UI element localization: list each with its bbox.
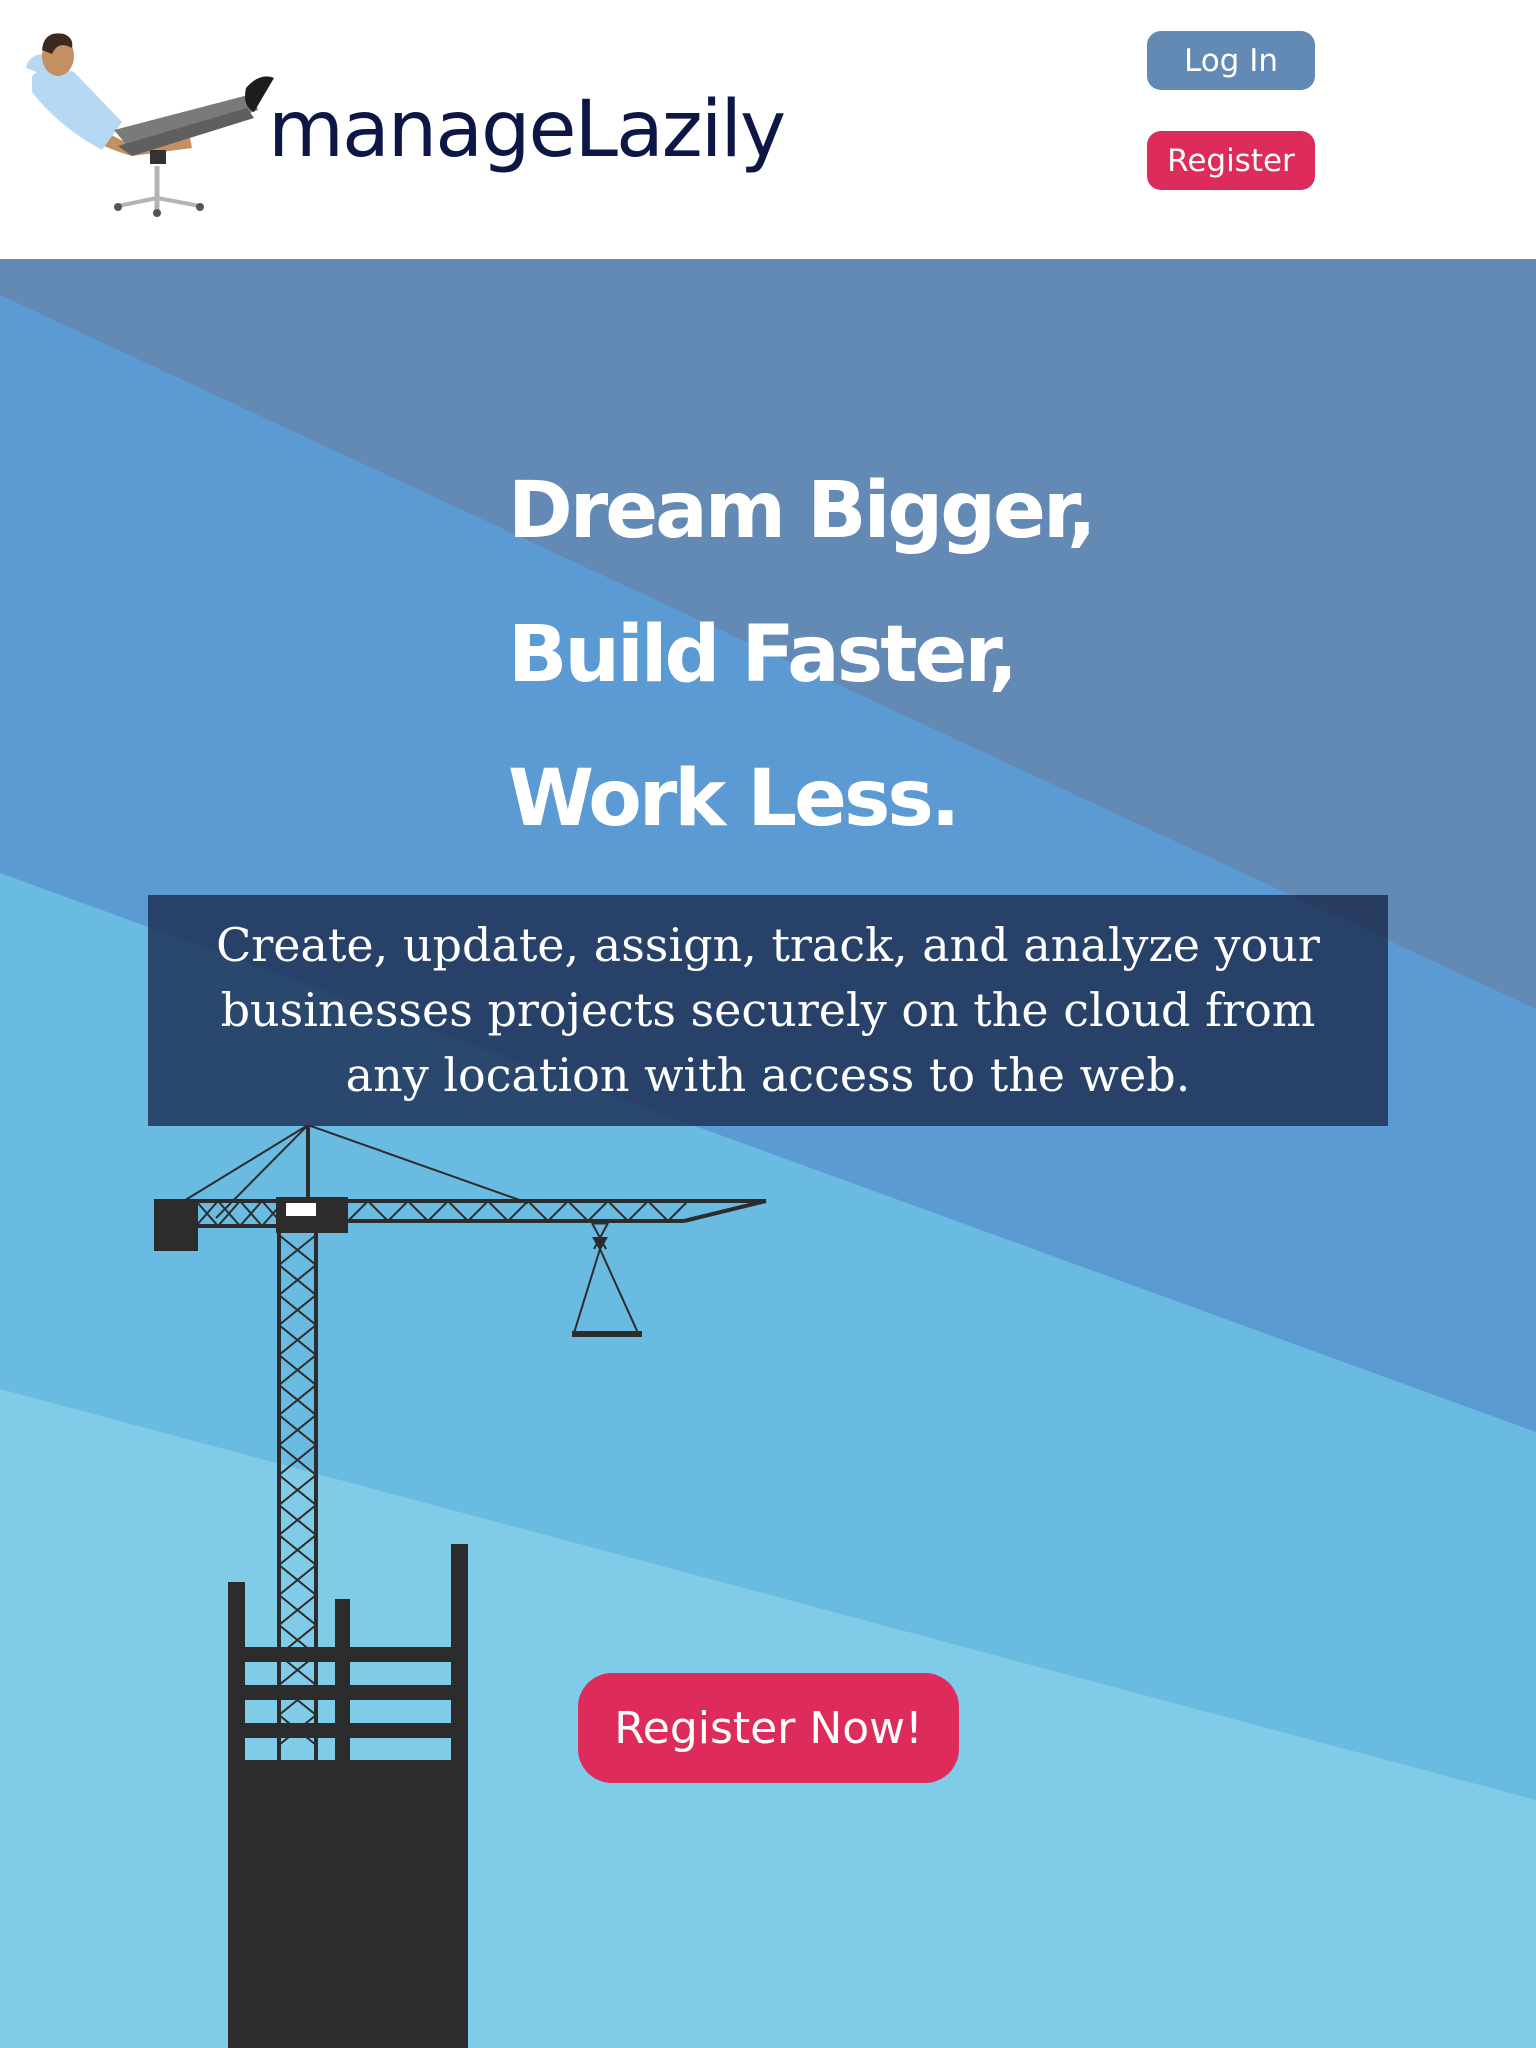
hero-headline: Dream Bigger, Build Faster, Work Less. [508,439,1097,871]
register-now-button[interactable]: Register Now! [578,1673,959,1783]
register-button[interactable]: Register [1147,131,1315,190]
construction-crane-illustration [154,1125,767,2048]
site-header: manageLazily Log In Register [0,0,1536,259]
brand-logo-text[interactable]: manageLazily [268,74,786,186]
login-button[interactable]: Log In [1147,31,1315,90]
hero-tagline: Create, update, assign, track, and analy… [216,918,1320,1102]
headline-line-1: Dream Bigger, [508,466,1097,556]
headline-line-3: Work Less. [508,754,960,844]
hero-section: Dream Bigger, Build Faster, Work Less. C… [0,259,1536,2048]
tagline-panel: Create, update, assign, track, and analy… [148,895,1388,1126]
headline-line-2: Build Faster, [508,610,1018,700]
